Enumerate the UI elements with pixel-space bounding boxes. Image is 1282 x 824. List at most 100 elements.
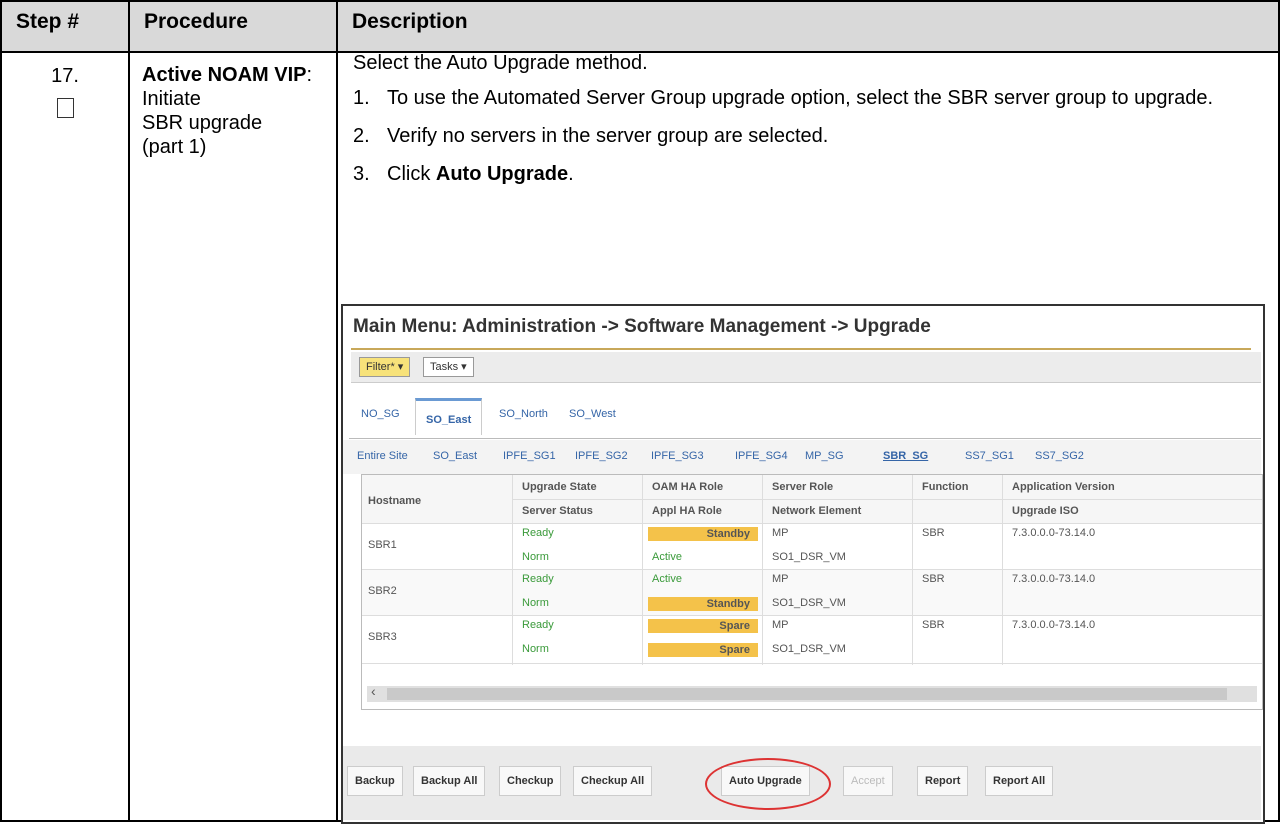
row-server-status: Norm bbox=[522, 551, 549, 563]
row-server-status: Norm bbox=[522, 643, 549, 655]
instruction-item: 1. To use the Automated Server Group upg… bbox=[353, 86, 1273, 110]
col-server-status: Server Status bbox=[522, 505, 593, 517]
col-divider bbox=[642, 475, 643, 665]
instruction-text: To use the Automated Server Group upgrad… bbox=[387, 87, 1214, 109]
tab-so-north[interactable]: SO_North bbox=[499, 408, 548, 420]
col-divider bbox=[762, 475, 763, 665]
row-divider bbox=[362, 523, 1262, 524]
row-oam-ha-role-badge: Spare bbox=[648, 619, 758, 633]
step-number: 17. bbox=[51, 65, 79, 87]
chevron-left-icon[interactable]: ‹ bbox=[371, 683, 376, 699]
procedure-text-2: SBR upgrade bbox=[142, 112, 263, 134]
auto-upgrade-emphasis: Auto Upgrade bbox=[435, 163, 569, 185]
row-server-role: MP bbox=[772, 573, 789, 585]
procedure-bold: Active NOAM VIP bbox=[142, 64, 307, 86]
row-network-element: SO1_DSR_VM bbox=[772, 551, 846, 563]
row-divider bbox=[362, 569, 1262, 570]
server-grid: Hostname Upgrade State Server Status OAM… bbox=[361, 474, 1263, 710]
col-oam-ha-role: OAM HA Role bbox=[652, 481, 724, 493]
instruction-list: 1. To use the Automated Server Group upg… bbox=[353, 86, 1273, 200]
title-divider bbox=[351, 348, 1251, 350]
col-appl-ha-role: Appl HA Role bbox=[652, 505, 722, 517]
header-procedure: Procedure bbox=[128, 0, 338, 53]
row-function: SBR bbox=[922, 527, 945, 539]
row-upgrade-state: Ready bbox=[522, 619, 554, 631]
description-intro: Select the Auto Upgrade method. bbox=[353, 52, 648, 74]
subtab-ipfe-sg3[interactable]: IPFE_SG3 bbox=[651, 450, 704, 462]
row-application-version: 7.3.0.0.0-73.14.0 bbox=[1012, 619, 1096, 631]
header-description: Description bbox=[336, 0, 1280, 53]
screenshot-title: Main Menu: Administration -> Software Ma… bbox=[353, 316, 931, 337]
col-network-element: Network Element bbox=[772, 505, 862, 517]
row-oam-ha-role: Active bbox=[652, 573, 682, 585]
instruction-item: 2. Verify no servers in the server group… bbox=[353, 124, 1273, 148]
instruction-number: 2. bbox=[353, 125, 370, 147]
step-checkbox[interactable] bbox=[56, 98, 74, 118]
subtab-sbr-sg[interactable]: SBR_SG bbox=[883, 450, 928, 462]
col-upgrade-state: Upgrade State bbox=[522, 481, 597, 493]
row-server-status: Norm bbox=[522, 597, 549, 609]
row-hostname[interactable]: SBR2 bbox=[368, 585, 397, 597]
col-application-version: Application Version bbox=[1012, 481, 1115, 493]
tab-no-sg[interactable]: NO_SG bbox=[361, 408, 400, 420]
upgrade-screenshot: Main Menu: Administration -> Software Ma… bbox=[341, 304, 1265, 824]
server-group-tabs: NO_SG SO_East SO_North SO_West bbox=[357, 398, 1237, 438]
subtab-ss7-sg2[interactable]: SS7_SG2 bbox=[1035, 450, 1084, 462]
backup-all-button[interactable]: Backup All bbox=[413, 766, 486, 796]
row-hostname[interactable]: SBR1 bbox=[368, 539, 397, 551]
report-all-button[interactable]: Report All bbox=[985, 766, 1054, 796]
row-upgrade-state: Ready bbox=[522, 527, 554, 539]
row-function: SBR bbox=[922, 573, 945, 585]
checkup-button[interactable]: Checkup bbox=[499, 766, 562, 796]
callout-circle bbox=[705, 758, 831, 810]
step-cell: 17. bbox=[0, 51, 130, 822]
action-button-bar: Backup Backup All Checkup Checkup All Au… bbox=[343, 746, 1261, 820]
filter-button[interactable]: Filter* ▾ bbox=[359, 357, 411, 377]
subtab-entire-site[interactable]: Entire Site bbox=[357, 450, 408, 462]
instruction-item: 3. Click Auto Upgrade. bbox=[353, 162, 1273, 186]
row-hostname[interactable]: SBR3 bbox=[368, 631, 397, 643]
col-hostname: Hostname bbox=[368, 495, 422, 507]
instruction-number: 1. bbox=[353, 87, 370, 109]
row-upgrade-state: Ready bbox=[522, 573, 554, 585]
subtab-ipfe-sg1[interactable]: IPFE_SG1 bbox=[503, 450, 556, 462]
report-button[interactable]: Report bbox=[917, 766, 969, 796]
horizontal-scrollbar[interactable]: ‹ bbox=[367, 683, 1257, 702]
row-divider bbox=[362, 615, 1262, 616]
row-appl-ha-role-badge: Standby bbox=[648, 597, 758, 611]
subtab-ipfe-sg4[interactable]: IPFE_SG4 bbox=[735, 450, 788, 462]
col-server-role: Server Role bbox=[772, 481, 834, 493]
row-server-role: MP bbox=[772, 619, 789, 631]
row-appl-ha-role: Active bbox=[652, 551, 682, 563]
instruction-text: Verify no servers in the server group ar… bbox=[387, 125, 829, 147]
instruction-text: Click Auto Upgrade. bbox=[387, 163, 574, 185]
tabs-divider bbox=[349, 438, 1261, 439]
toolbar: Filter* ▾ Tasks ▾ bbox=[351, 352, 1261, 383]
scroll-thumb[interactable] bbox=[387, 688, 1227, 700]
row-function: SBR bbox=[922, 619, 945, 631]
tab-so-west[interactable]: SO_West bbox=[569, 408, 616, 420]
row-network-element: SO1_DSR_VM bbox=[772, 643, 846, 655]
row-appl-ha-role-badge: Spare bbox=[648, 643, 758, 657]
col-function: Function bbox=[922, 481, 969, 493]
procedure-cell: Active NOAM VIP: Initiate SBR upgrade (p… bbox=[128, 51, 338, 822]
row-server-role: MP bbox=[772, 527, 789, 539]
row-divider bbox=[512, 499, 1262, 500]
checkup-all-button[interactable]: Checkup All bbox=[573, 766, 653, 796]
header-step: Step # bbox=[0, 0, 130, 53]
subtab-mp-sg[interactable]: MP_SG bbox=[805, 450, 844, 462]
tab-so-east[interactable]: SO_East bbox=[415, 398, 483, 435]
col-divider bbox=[912, 475, 913, 665]
row-oam-ha-role-badge: Standby bbox=[648, 527, 758, 541]
col-divider bbox=[512, 475, 513, 665]
tasks-button[interactable]: Tasks ▾ bbox=[423, 357, 474, 377]
subtab-so-east[interactable]: SO_East bbox=[433, 450, 477, 462]
accept-button[interactable]: Accept bbox=[843, 766, 893, 796]
procedure-text-3: (part 1) bbox=[142, 136, 207, 158]
col-upgrade-iso: Upgrade ISO bbox=[1012, 505, 1079, 517]
subtab-ss7-sg1[interactable]: SS7_SG1 bbox=[965, 450, 1014, 462]
site-subtabs: Entire Site SO_East IPFE_SG1 IPFE_SG2 IP… bbox=[343, 440, 1261, 474]
row-network-element: SO1_DSR_VM bbox=[772, 597, 846, 609]
backup-button[interactable]: Backup bbox=[347, 766, 403, 796]
subtab-ipfe-sg2[interactable]: IPFE_SG2 bbox=[575, 450, 628, 462]
